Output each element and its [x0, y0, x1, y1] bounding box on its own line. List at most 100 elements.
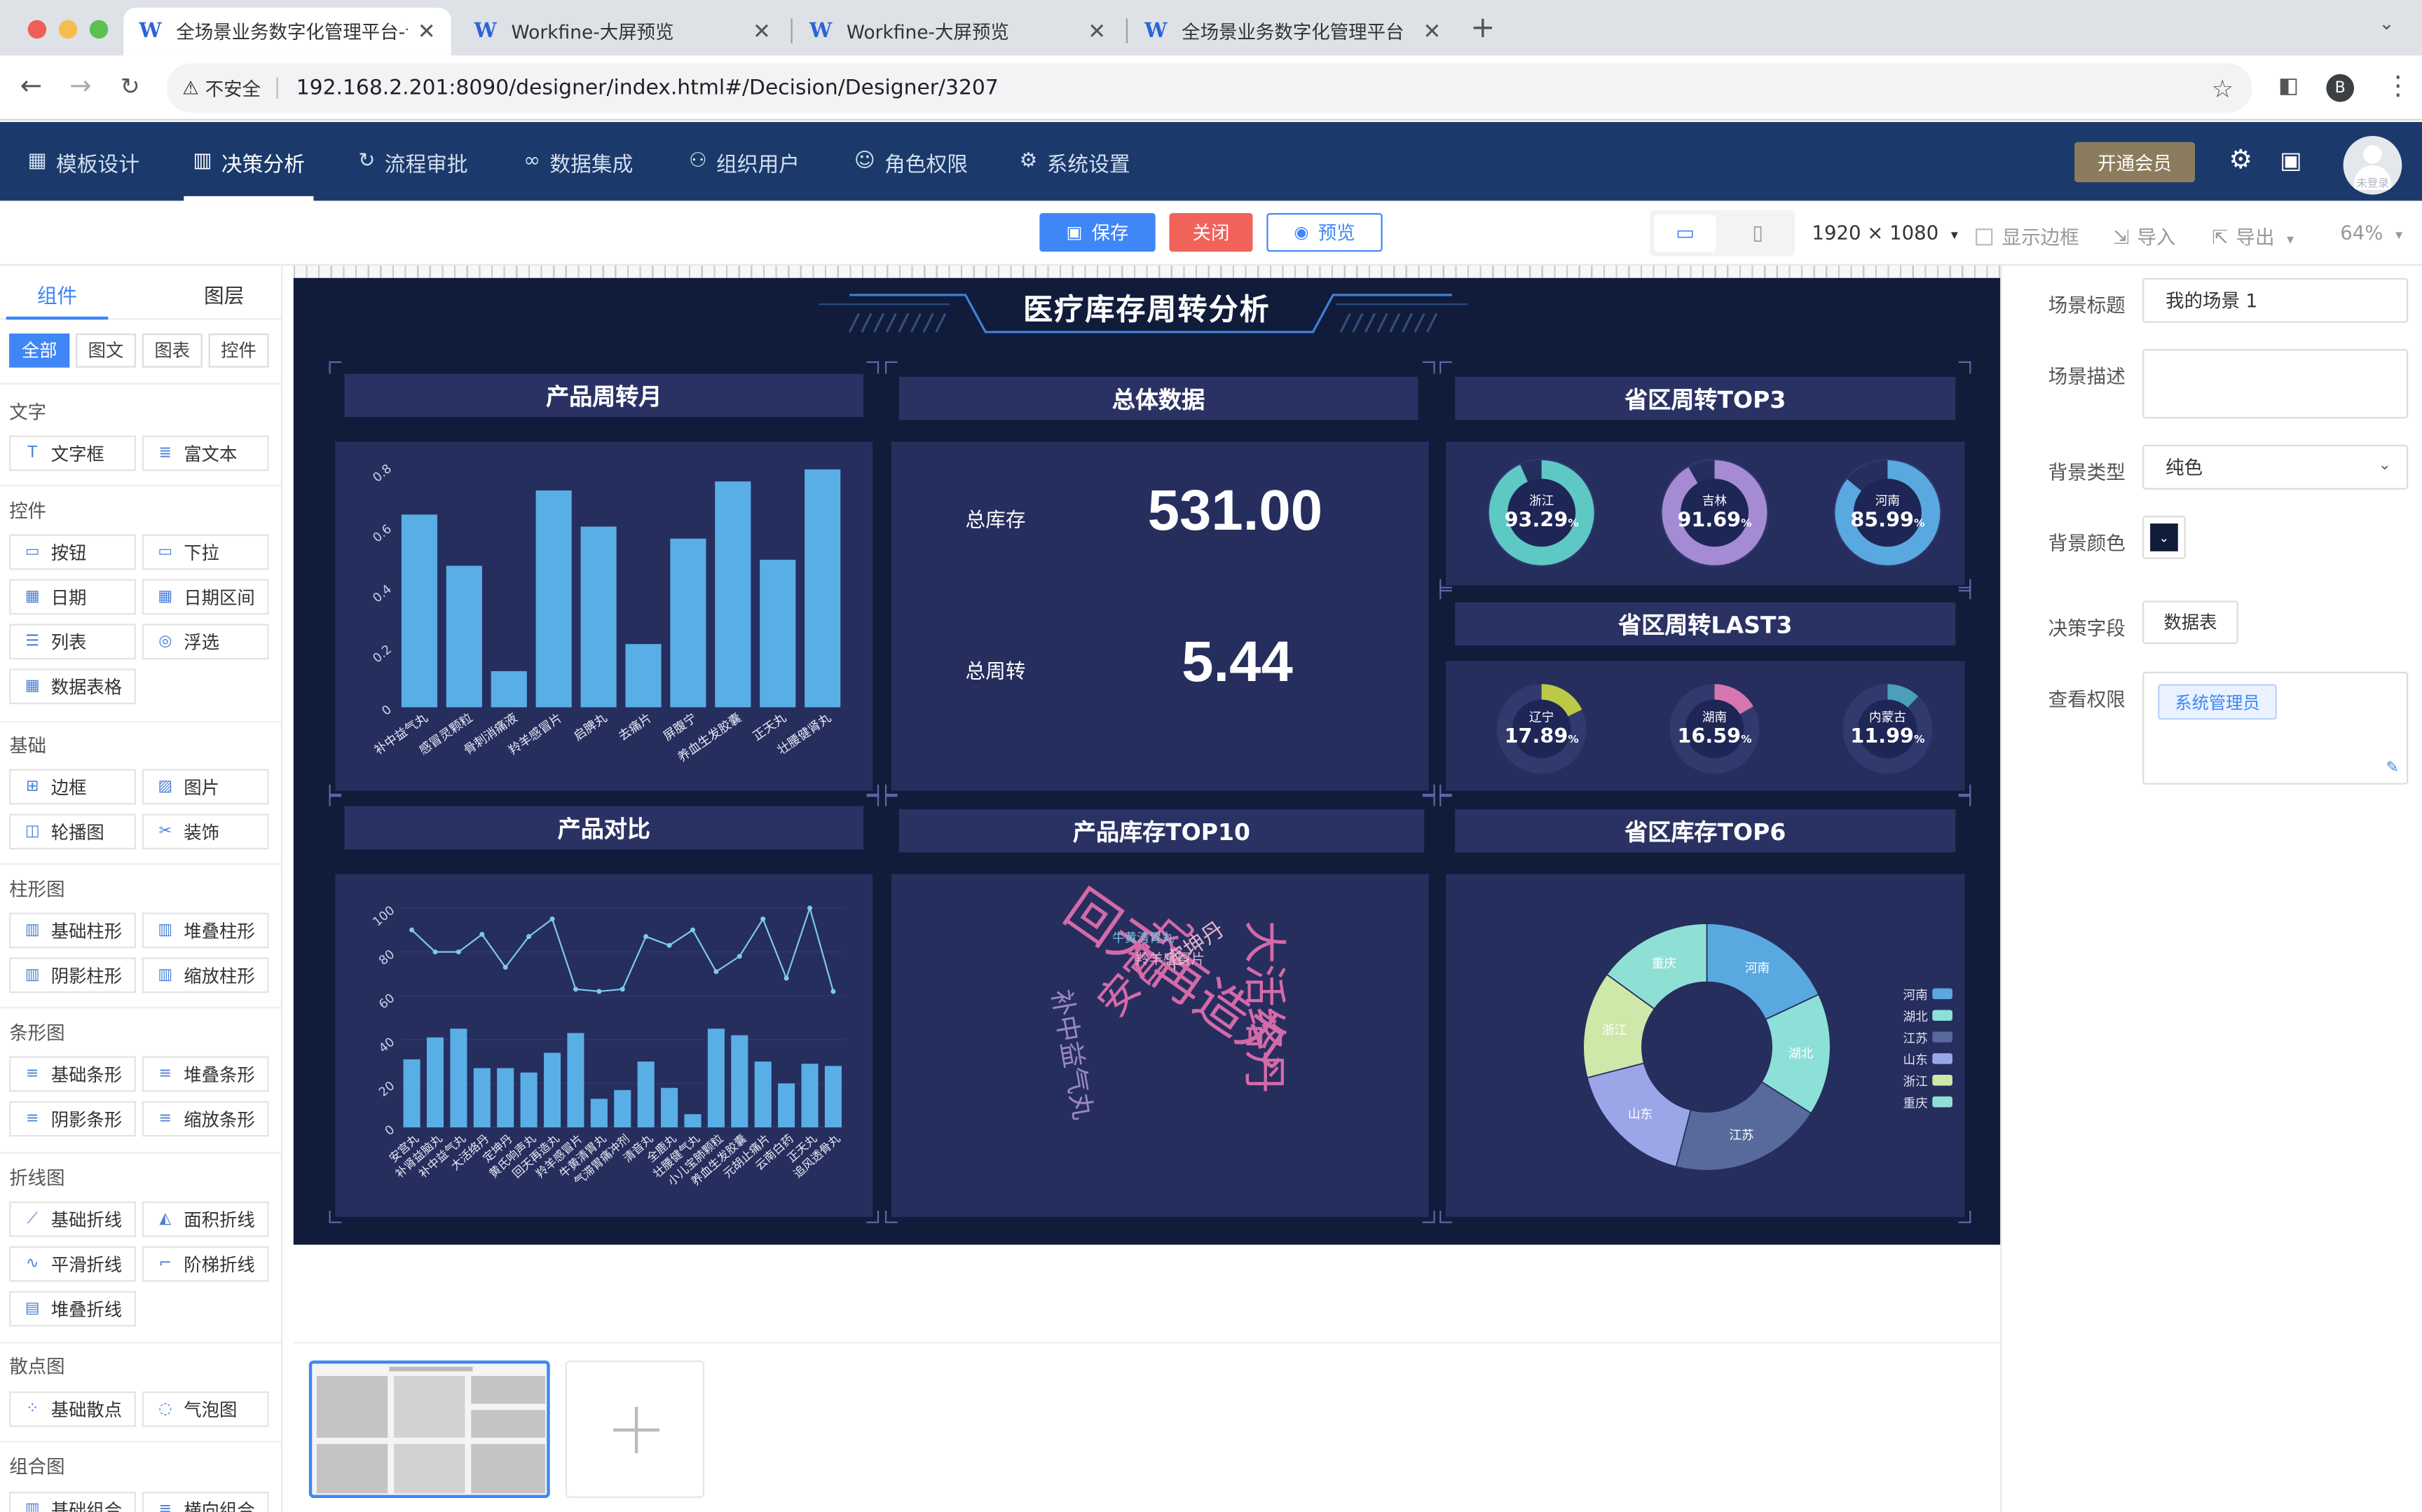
nav-role-permissions[interactable]: ☺ 角色权限: [854, 122, 968, 200]
component-zoom-column[interactable]: ▥ 缩放柱形: [142, 957, 269, 994]
component-dropdown[interactable]: ▭ 下拉: [142, 534, 269, 570]
component-decoration[interactable]: ✂ 装饰: [142, 813, 269, 850]
panel-prov-last3[interactable]: 辽宁 17.89% 湖南 16.59% 内蒙古 11.99%: [1446, 661, 1965, 791]
panel-prov-top3[interactable]: 浙江 93.29% 吉林 91.69% 河南 85.99%: [1446, 441, 1965, 586]
component-area-line[interactable]: ◭ 面积折线: [142, 1201, 269, 1237]
component-step-line[interactable]: ⌐ 阶梯折线: [142, 1246, 269, 1282]
component-basic-line[interactable]: ⟋ 基础折线: [9, 1201, 136, 1237]
view-permission-box[interactable]: 系统管理员 ✎: [2142, 671, 2409, 785]
close-tab-icon[interactable]: ✕: [418, 20, 436, 44]
component-data-table[interactable]: ▦ 数据表格: [9, 668, 136, 705]
component-smooth-line[interactable]: ∿ 平滑折线: [9, 1246, 136, 1282]
side-panel-icon[interactable]: ◧: [2278, 74, 2299, 99]
zoom-select[interactable]: 64% ▾: [2340, 221, 2402, 244]
component-float-select[interactable]: ◎ 浮选: [142, 624, 269, 660]
security-label[interactable]: 不安全: [205, 75, 261, 101]
component-border[interactable]: ⊞ 边框: [9, 769, 136, 805]
component-image[interactable]: ▨ 图片: [142, 769, 269, 805]
filter-graphic-text[interactable]: 图文: [76, 334, 136, 368]
nav-system-settings[interactable]: ⚙ 系统设置: [1020, 122, 1130, 200]
panel-overall[interactable]: 总库存 531.00 总周转 5.44: [891, 441, 1429, 791]
bg-color-picker[interactable]: ⌄: [2142, 516, 2186, 559]
component-button[interactable]: ▭ 按钮: [9, 534, 136, 570]
dashboard-screen[interactable]: 医疗库存周转分析 产品周转月 0 0.2 0.4 0.6 0.8 补中益气丸 感冒灵颗粒 骨刺…: [293, 277, 2001, 1245]
close-tab-icon[interactable]: ✕: [1088, 20, 1106, 44]
add-page-button[interactable]: [565, 1360, 705, 1498]
save-button[interactable]: ▣ 保存: [1039, 213, 1156, 252]
permission-tag[interactable]: 系统管理员: [2158, 684, 2277, 720]
component-list[interactable]: ☰ 列表: [9, 624, 136, 660]
show-border-checkbox[interactable]: 显示边框: [1976, 221, 2079, 250]
browser-tab-2[interactable]: W Workfine-大屏预览 ✕: [459, 8, 786, 55]
component-stacked-bar[interactable]: ≡ 堆叠条形: [142, 1056, 269, 1092]
close-window-button[interactable]: [27, 20, 47, 39]
component-horizontal-combo[interactable]: ≡ 横向组合: [142, 1492, 269, 1512]
nav-workflow-approval[interactable]: ↻ 流程审批: [358, 122, 467, 200]
bg-type-select[interactable]: 纯色 ⌄: [2142, 444, 2409, 490]
resolution-select[interactable]: 1920 × 1080 ▾: [1812, 221, 1957, 244]
bookmark-star-icon[interactable]: ☆: [2212, 74, 2234, 103]
component-bubble[interactable]: ◌ 气泡图: [142, 1391, 269, 1427]
panel-stock-top10[interactable]: 回天再造丸 大活络丹 安宫丸 补中益气丸 定坤丹 羚羊感冒片 牛黄清胃丸: [891, 874, 1429, 1217]
browser-tab-4[interactable]: W 全场景业务数字化管理平台 ✕: [1129, 8, 1456, 55]
component-date[interactable]: ▦ 日期: [9, 579, 136, 615]
close-tab-icon[interactable]: ✕: [1423, 20, 1442, 44]
user-avatar[interactable]: 未登录: [2343, 135, 2402, 195]
browser-menu-icon[interactable]: ⋮: [2385, 71, 2411, 102]
maximize-window-button[interactable]: [89, 20, 109, 39]
tab-layers[interactable]: 图层: [204, 280, 244, 309]
scene-title-input[interactable]: 我的场景 1: [2142, 277, 2409, 323]
panel-turnover[interactable]: 0 0.2 0.4 0.6 0.8 补中益气丸 感冒灵颗粒 骨刺消痛液 羚羊感冒片 启脾丸 去痛片屏…: [335, 441, 873, 791]
close-button[interactable]: 关闭: [1169, 213, 1253, 252]
filter-control[interactable]: 控件: [208, 334, 269, 368]
export-button[interactable]: ⇱ 导出 ▾: [2212, 221, 2294, 250]
bar-chart-icon: ▥: [193, 149, 212, 173]
component-stacked-column[interactable]: ▥ 堆叠柱形: [142, 912, 269, 949]
nav-template-design[interactable]: ▦ 模板设计: [28, 122, 139, 200]
component-basic-scatter[interactable]: ⁘ 基础散点: [9, 1391, 136, 1427]
import-button[interactable]: ⇲ 导入: [2113, 221, 2175, 250]
nav-org-users[interactable]: ⚇ 组织用户: [689, 122, 800, 200]
panel-prov-stock-top6[interactable]: 河南 湖北 江苏 山东 浙江 重庆 河南 湖北 江苏 山东 浙江 重庆: [1446, 874, 1965, 1217]
nav-decision-analysis[interactable]: ▥ 决策分析: [184, 122, 315, 201]
component-date-range[interactable]: ▦ 日期区间: [142, 579, 269, 615]
settings-gear-icon[interactable]: ⚙: [2229, 145, 2253, 176]
desktop-icon[interactable]: ▭: [1654, 214, 1716, 252]
component-basic-combo[interactable]: ▥ 基础组合: [9, 1492, 136, 1512]
scene-desc-input[interactable]: [2142, 349, 2409, 419]
browser-tab-3[interactable]: W Workfine-大屏预览 ✕: [794, 8, 1121, 55]
component-text-box[interactable]: T 文字框: [9, 435, 136, 472]
mobile-icon[interactable]: ▯: [1727, 214, 1788, 252]
browser-tab-1[interactable]: W 全场景业务数字化管理平台-设计 ✕: [123, 8, 451, 56]
component-zoom-bar[interactable]: ≡ 缩放条形: [142, 1101, 269, 1137]
preview-button[interactable]: ◉ 预览: [1266, 213, 1383, 252]
component-rich-text[interactable]: ≣ 富文本: [142, 435, 269, 472]
tab-components[interactable]: 组件: [6, 280, 109, 320]
forward-icon[interactable]: →: [69, 71, 91, 102]
tab-list-chevron-icon[interactable]: ⌄: [2379, 13, 2394, 34]
component-shadow-column[interactable]: ▥ 阴影柱形: [9, 957, 136, 994]
vip-button[interactable]: 开通会员: [2074, 142, 2196, 183]
close-tab-icon[interactable]: ✕: [753, 20, 771, 44]
page-thumbnail-1[interactable]: [308, 1360, 550, 1498]
filter-chart[interactable]: 图表: [142, 334, 203, 368]
profile-avatar[interactable]: B: [2326, 74, 2355, 102]
edit-icon[interactable]: ✎: [2386, 760, 2398, 776]
component-carousel[interactable]: ◫ 轮播图: [9, 813, 136, 850]
dashboard-monitor-icon[interactable]: ▣: [2280, 146, 2301, 174]
component-basic-bar[interactable]: ≡ 基础条形: [9, 1056, 136, 1092]
url-bar[interactable]: ⚠ 不安全 192.168.2.201:8090/designer/index.…: [167, 63, 2252, 113]
component-stacked-line[interactable]: ▤ 堆叠折线: [9, 1291, 136, 1327]
back-icon[interactable]: ←: [20, 71, 42, 102]
component-basic-column[interactable]: ▥ 基础柱形: [9, 912, 136, 949]
new-tab-icon[interactable]: +: [1470, 11, 1495, 44]
panel-corner: [1422, 361, 1435, 374]
panel-compare[interactable]: 0 20 40 60 80 100 安宫丸 补肾益脑丸 补中益气丸 大活络丹 定坤丹 黄氏响声丸 回天再…: [335, 874, 873, 1217]
data-table-button[interactable]: 数据表: [2142, 600, 2238, 645]
nav-data-integration[interactable]: ∞ 数据集成: [524, 122, 633, 200]
component-shadow-bar[interactable]: ≡ 阴影条形: [9, 1101, 136, 1137]
reload-icon[interactable]: ↻: [121, 73, 140, 101]
minimize-window-button[interactable]: [58, 20, 78, 39]
url-text[interactable]: 192.168.2.201:8090/designer/index.html#/…: [296, 76, 999, 100]
filter-all[interactable]: 全部: [9, 334, 70, 368]
